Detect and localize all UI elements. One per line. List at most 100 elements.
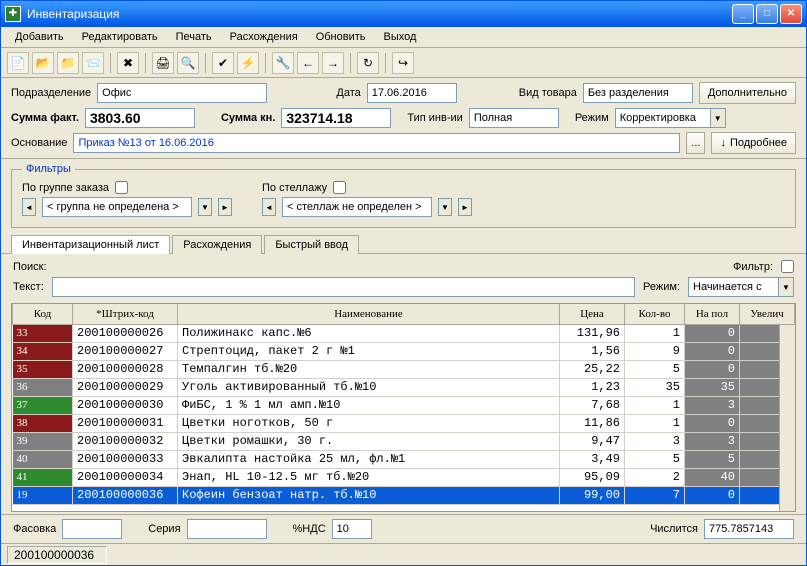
basis-input[interactable] <box>73 133 680 153</box>
menu-diff[interactable]: Расхождения <box>222 29 306 45</box>
table-row[interactable]: 37200100000030ФиБС, 1 % 1 мл амп.№107,68… <box>13 396 795 414</box>
date-input[interactable] <box>367 83 457 103</box>
titlebar[interactable]: ✚ Инвентаризация _ □ ✕ <box>1 1 806 27</box>
searchmode-input[interactable] <box>688 277 778 297</box>
search-label: Поиск: <box>13 261 47 273</box>
col-inc[interactable]: Увелич <box>740 304 795 324</box>
rack-input[interactable] <box>282 197 432 217</box>
sumfact-input[interactable] <box>85 108 195 128</box>
group-next-button[interactable]: ► <box>218 198 232 216</box>
refresh-icon[interactable]: ↻ <box>357 52 379 74</box>
tab-sheet[interactable]: Инвентаризационный лист <box>11 235 170 254</box>
window-title: Инвентаризация <box>27 7 732 21</box>
open-icon[interactable]: 📂 <box>32 52 54 74</box>
table-row[interactable]: 19200100000036Кофеин бензоат натр. тб.№1… <box>13 486 795 504</box>
cell-name: Кофеин бензоат натр. тб.№10 <box>178 486 560 504</box>
delete-icon[interactable]: ✖ <box>117 52 139 74</box>
tools-icon[interactable]: 🔧 <box>272 52 294 74</box>
menu-refresh[interactable]: Обновить <box>308 29 374 45</box>
chevron-down-icon[interactable]: ▼ <box>778 277 794 297</box>
menu-exit[interactable]: Выход <box>376 29 425 45</box>
preview-icon[interactable]: 🔍 <box>177 52 199 74</box>
close-button[interactable]: ✕ <box>780 4 802 24</box>
search-input[interactable] <box>52 277 635 297</box>
rack-prev-button[interactable]: ◄ <box>262 198 276 216</box>
cell-barcode: 200100000032 <box>73 432 178 450</box>
table-row[interactable]: 41200100000034Энап, HL 10-12.5 мг тб.№20… <box>13 468 795 486</box>
rack-dropdown-button[interactable]: ▼ <box>438 198 452 216</box>
cell-code: 39 <box>13 432 73 450</box>
calc-label: Числится <box>650 523 698 535</box>
table-row[interactable]: 34200100000027Стрептоцид, пакет 2 г №11,… <box>13 342 795 360</box>
mode-combo-input[interactable] <box>615 108 710 128</box>
cell-name: Энап, HL 10-12.5 мг тб.№20 <box>178 468 560 486</box>
bottombar: Фасовка Серия %НДС Числится <box>1 514 806 543</box>
data-grid[interactable]: Код *Штрих-код Наименование Цена Кол-во … <box>11 303 796 512</box>
series-input[interactable] <box>187 519 267 539</box>
menu-add[interactable]: Добавить <box>7 29 72 45</box>
rack-next-button[interactable]: ► <box>458 198 472 216</box>
new-icon[interactable]: 📄 <box>7 52 29 74</box>
table-row[interactable]: 40200100000033Эвкалипта настойка 25 мл, … <box>13 450 795 468</box>
print-icon[interactable]: 🖨 <box>152 52 174 74</box>
flash-icon[interactable]: ⚡ <box>237 52 259 74</box>
extra-button[interactable]: Дополнительно <box>699 82 796 104</box>
vat-input[interactable] <box>332 519 372 539</box>
cell-qty: 1 <box>625 396 685 414</box>
byrack-checkbox[interactable] <box>333 181 346 194</box>
dept-input[interactable] <box>97 83 267 103</box>
col-qty[interactable]: Кол-во <box>625 304 685 324</box>
sumkn-input[interactable] <box>281 108 391 128</box>
group-input[interactable] <box>42 197 192 217</box>
col-code[interactable]: Код <box>13 304 73 324</box>
cell-barcode: 200100000028 <box>73 360 178 378</box>
vertical-scrollbar[interactable] <box>779 325 795 511</box>
col-barcode[interactable]: *Штрих-код <box>73 304 178 324</box>
calc-input[interactable] <box>704 519 794 539</box>
send-icon[interactable]: 📨 <box>82 52 104 74</box>
col-name[interactable]: Наименование <box>178 304 560 324</box>
cell-price: 25,22 <box>560 360 625 378</box>
basis-label: Основание <box>11 137 67 149</box>
tab-quick[interactable]: Быстрый ввод <box>264 235 359 254</box>
col-shelf[interactable]: На пол <box>685 304 740 324</box>
check-icon[interactable]: ✔ <box>212 52 234 74</box>
group-dropdown-button[interactable]: ▼ <box>198 198 212 216</box>
minimize-button[interactable]: _ <box>732 4 754 24</box>
cell-qty: 9 <box>625 342 685 360</box>
group-prev-button[interactable]: ◄ <box>22 198 36 216</box>
table-row[interactable]: 33200100000026Полижинакс капс.№6131,9610 <box>13 324 795 342</box>
form-area: Подразделение Дата Вид товара Дополнител… <box>1 78 806 159</box>
cell-name: Уголь активированный тб.№10 <box>178 378 560 396</box>
cell-code: 33 <box>13 324 73 342</box>
cell-qty: 3 <box>625 432 685 450</box>
cell-shelf: 5 <box>685 450 740 468</box>
invtype-input[interactable] <box>469 108 559 128</box>
cell-barcode: 200100000034 <box>73 468 178 486</box>
folder-icon[interactable]: 📁 <box>57 52 79 74</box>
pack-input[interactable] <box>62 519 122 539</box>
menu-print[interactable]: Печать <box>168 29 220 45</box>
more-button[interactable]: ↓ Подробнее <box>711 132 796 154</box>
table-row[interactable]: 36200100000029Уголь активированный тб.№1… <box>13 378 795 396</box>
tab-diff[interactable]: Расхождения <box>172 235 262 254</box>
maximize-button[interactable]: □ <box>756 4 778 24</box>
menu-edit[interactable]: Редактировать <box>74 29 166 45</box>
mode-combo[interactable]: ▼ <box>615 108 726 128</box>
goodtype-input[interactable] <box>583 83 693 103</box>
date-label: Дата <box>336 87 360 99</box>
filter-checkbox[interactable] <box>781 260 794 273</box>
app-window: ✚ Инвентаризация _ □ ✕ Добавить Редактир… <box>0 0 807 566</box>
searchmode-combo[interactable]: ▼ <box>688 277 794 297</box>
chevron-down-icon[interactable]: ▼ <box>710 108 726 128</box>
bygroup-checkbox[interactable] <box>115 181 128 194</box>
exit-icon[interactable]: ↪ <box>392 52 414 74</box>
table-row[interactable]: 35200100000028Темпалгин тб.№2025,2250 <box>13 360 795 378</box>
back-icon[interactable]: ← <box>297 52 319 74</box>
basis-browse-button[interactable]: ... <box>686 132 705 154</box>
cell-qty: 5 <box>625 360 685 378</box>
col-price[interactable]: Цена <box>560 304 625 324</box>
forward-icon[interactable]: → <box>322 52 344 74</box>
table-row[interactable]: 39200100000032Цветки ромашки, 30 г.9,473… <box>13 432 795 450</box>
table-row[interactable]: 38200100000031Цветки ноготков, 50 г11,86… <box>13 414 795 432</box>
